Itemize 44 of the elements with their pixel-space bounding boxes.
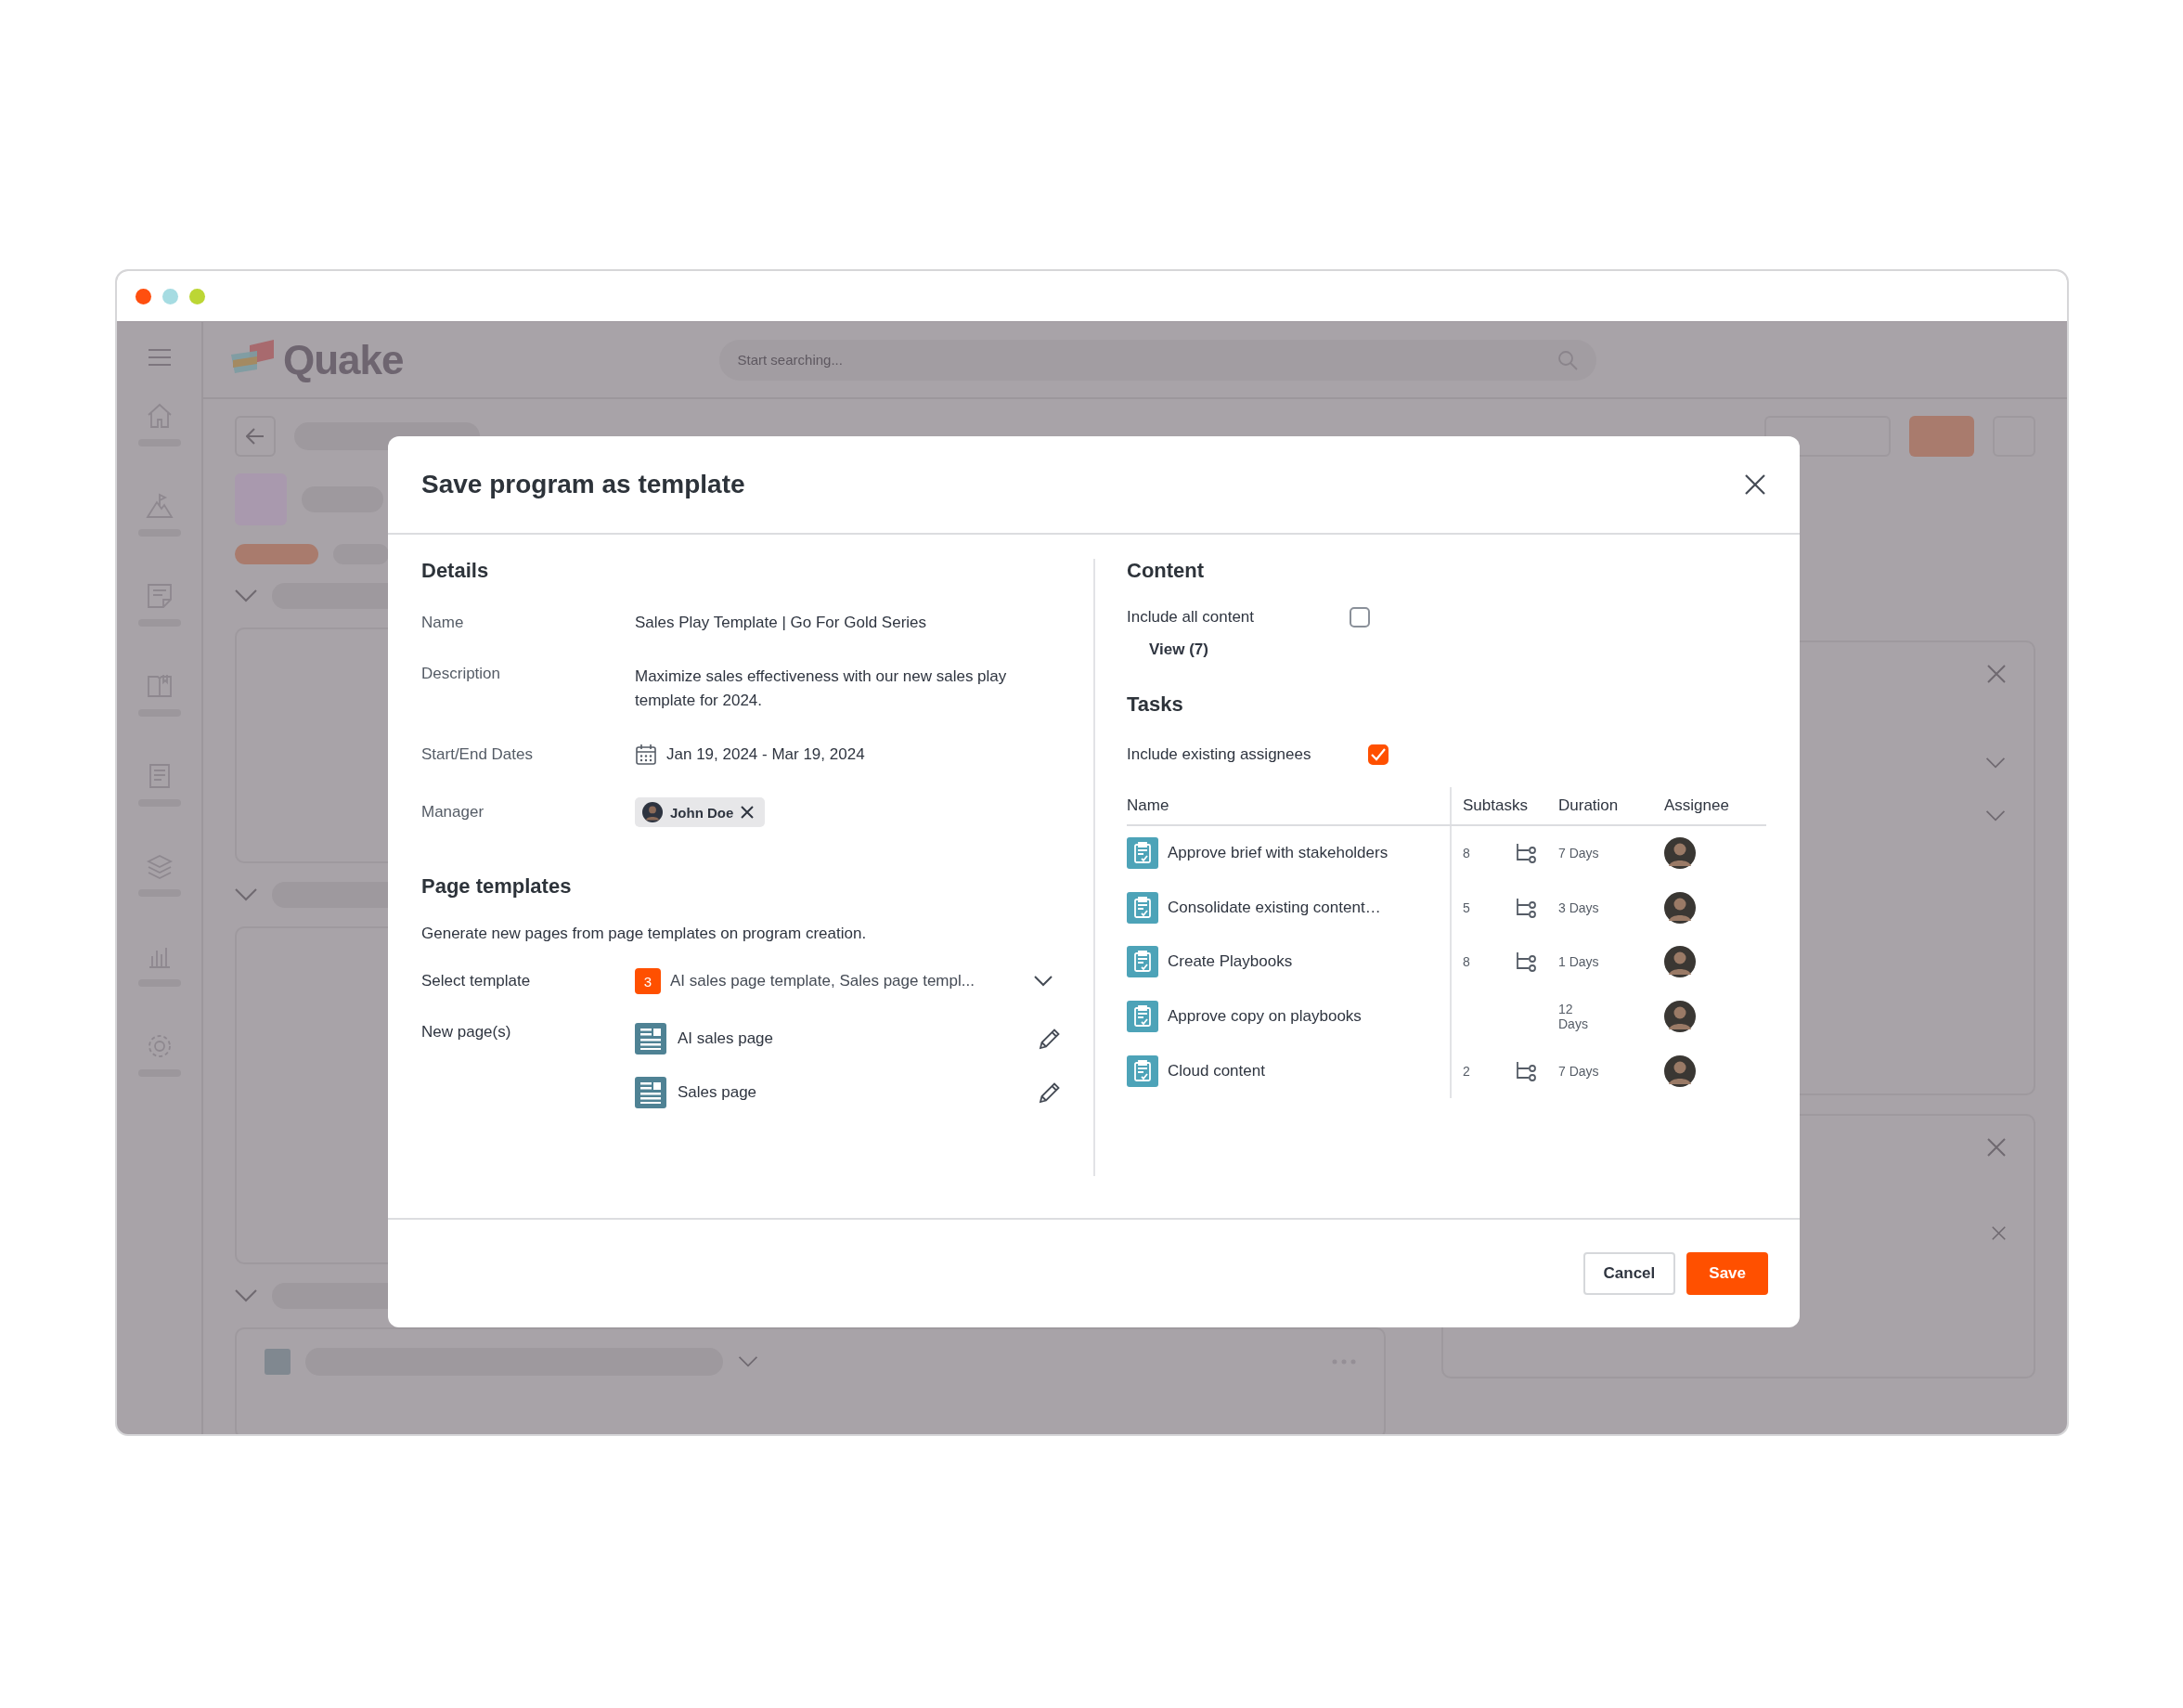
task-name: Consolidate existing content… xyxy=(1168,898,1381,917)
duration: 12 Days xyxy=(1558,1002,1589,1032)
section-heading: Page templates xyxy=(421,874,573,899)
field-label: Manager xyxy=(421,803,485,822)
subtask-count: 8 xyxy=(1463,846,1471,861)
field-value: Sales Play Template | Go For Gold Series xyxy=(635,613,927,633)
page-name: AI sales page xyxy=(678,1029,774,1048)
field-label: Start/End Dates xyxy=(421,745,534,764)
template-select[interactable]: 3 AI sales page template, Sales page templ... xyxy=(635,968,1053,994)
app-logo: Quake xyxy=(283,336,404,383)
section-heading: Details xyxy=(421,559,490,583)
field-value: Maximize sales effectiveness with our new sales play template for 2024. xyxy=(635,666,1008,711)
dialog-title: Save program as template xyxy=(421,470,745,499)
subtask-count: 5 xyxy=(1463,899,1471,915)
checkbox-label: Include all content xyxy=(1127,608,1256,627)
task-name: Approve brief with stakeholders xyxy=(1168,844,1389,863)
column-header: Assignee xyxy=(1664,796,1730,815)
page-name: Sales page xyxy=(678,1083,758,1102)
view-link[interactable]: View (7) xyxy=(1149,640,1208,659)
duration: 3 Days xyxy=(1558,899,1600,915)
count-badge: 3 xyxy=(635,968,661,994)
task-name: Create Playbooks xyxy=(1168,952,1293,972)
checkbox-label: Include existing assignees xyxy=(1127,745,1312,764)
field-label: Description xyxy=(421,665,502,683)
column-header: Name xyxy=(1127,787,1452,824)
task-name: Cloud content xyxy=(1168,1061,1265,1080)
subtask-count: 8 xyxy=(1463,954,1471,970)
section-description: Generate new pages from page templates on program creation. xyxy=(421,925,868,943)
person-chip[interactable]: John Doe xyxy=(635,797,766,827)
section-heading: Tasks xyxy=(1127,692,1184,717)
task-name: Approve copy on playbooks xyxy=(1168,1007,1362,1027)
column-header: Subtasks xyxy=(1462,796,1529,815)
column-header: Duration xyxy=(1558,796,1620,815)
section-heading: Content xyxy=(1127,559,1206,583)
duration: 7 Days xyxy=(1558,846,1600,861)
duration: 7 Days xyxy=(1558,1063,1600,1079)
search-field[interactable]: Start searching... xyxy=(718,339,1596,381)
subtask-count: 2 xyxy=(1463,1063,1471,1079)
field-label: New page(s) xyxy=(421,1023,512,1042)
field-label: Select template xyxy=(421,972,532,990)
duration: 1 Days xyxy=(1558,954,1600,970)
cancel-button[interactable]: Cancel xyxy=(1582,1252,1676,1295)
date-range: Jan 19, 2024 - Mar 19, 2024 xyxy=(666,744,865,765)
field-label: Name xyxy=(421,614,465,632)
